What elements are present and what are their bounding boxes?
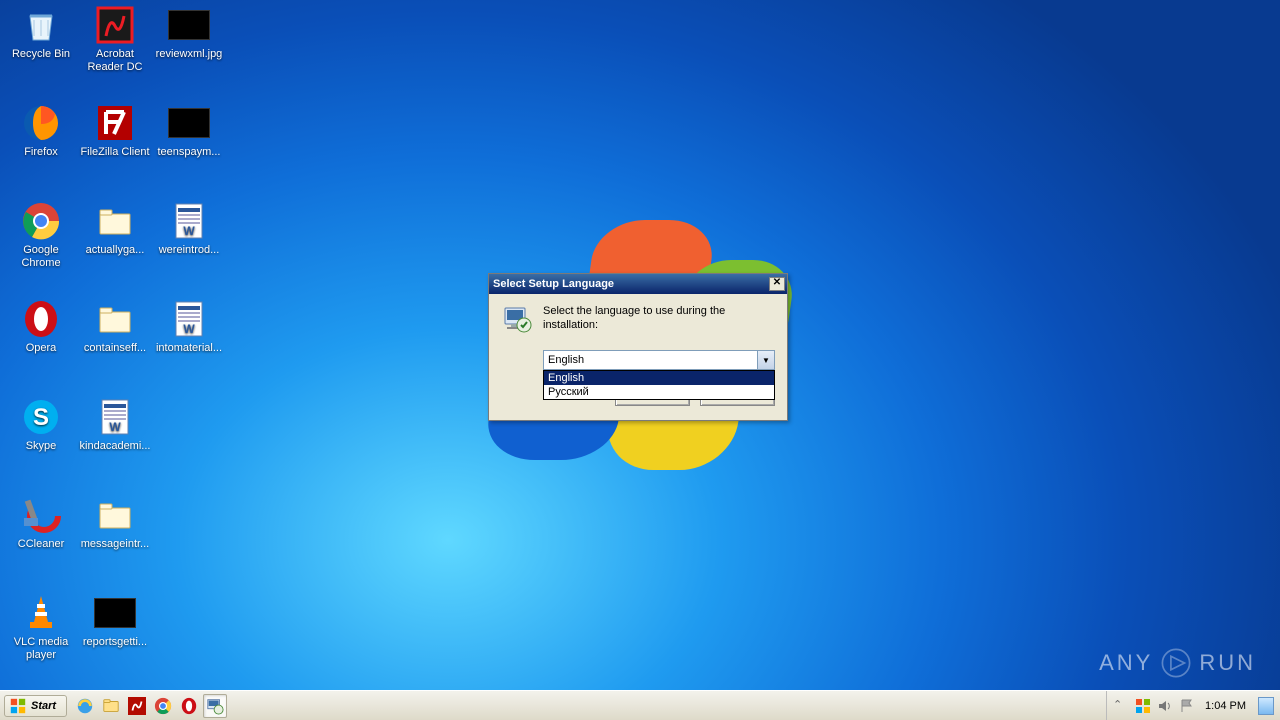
tray-volume-icon[interactable] (1157, 698, 1173, 714)
desktop-icon-word-11[interactable]: Wintomaterial... (152, 298, 226, 355)
desktop-icon-folder-10[interactable]: containseff... (78, 298, 152, 355)
svg-text:W: W (183, 224, 195, 238)
quicklaunch-explorer[interactable] (99, 694, 123, 718)
desktop-icon-label: FileZilla Client (78, 146, 152, 159)
desktop-icon-label: Recycle Bin (4, 48, 78, 61)
word-icon: W (168, 200, 210, 242)
tray-expand-icon[interactable]: ⌃ (1113, 698, 1129, 714)
dialog-close-button[interactable]: ✕ (769, 277, 785, 291)
desktop-icon-firefox-3[interactable]: Firefox (4, 102, 78, 159)
black-icon (168, 102, 210, 144)
desktop-icon-acrobat-1[interactable]: Acrobat Reader DC (78, 4, 152, 74)
quicklaunch-ie[interactable] (73, 694, 97, 718)
desktop-icon-vlc-16[interactable]: VLC media player (4, 592, 78, 662)
desktop-icon-black-5[interactable]: teenspaym... (152, 102, 226, 159)
quicklaunch-chrome[interactable] (151, 694, 175, 718)
skype-icon: S (20, 396, 62, 438)
taskbar: Start ⌃ 1:04 PM (0, 690, 1280, 720)
desktop-icon-label: VLC media player (4, 636, 78, 662)
recycle-icon (20, 4, 62, 46)
desktop-icon-label: kindacademi... (78, 440, 152, 453)
desktop-icon-label: actuallyga... (78, 244, 152, 257)
desktop-icon-word-8[interactable]: Wwereintrod... (152, 200, 226, 257)
tray-flag-icon[interactable] (1179, 698, 1195, 714)
language-option-english[interactable]: English (544, 371, 774, 385)
desktop-icon-word-13[interactable]: Wkindacademi... (78, 396, 152, 453)
opera-icon (20, 298, 62, 340)
desktop-icon-label: reportsgetti... (78, 636, 152, 649)
desktop-icon-label: Opera (4, 342, 78, 355)
firefox-icon (20, 102, 62, 144)
start-button[interactable]: Start (4, 695, 67, 717)
system-tray: ⌃ 1:04 PM (1106, 691, 1280, 720)
installer-icon (501, 304, 533, 336)
desktop-icon-black-2[interactable]: reviewxml.jpg (152, 4, 226, 61)
black-icon (168, 4, 210, 46)
chrome-icon (20, 200, 62, 242)
dialog-titlebar[interactable]: Select Setup Language ✕ (489, 274, 787, 294)
folder-icon (94, 494, 136, 536)
desktop-icon-recycle-0[interactable]: Recycle Bin (4, 4, 78, 61)
desktop-icon-ccleaner-14[interactable]: CCleaner (4, 494, 78, 551)
acrobat-icon (94, 4, 136, 46)
desktop-icon-label: Google Chrome (4, 244, 78, 270)
black-icon (94, 592, 136, 634)
chevron-down-icon: ▼ (757, 351, 774, 369)
quicklaunch-opera[interactable] (177, 694, 201, 718)
language-combobox[interactable]: English ▼ (543, 350, 775, 370)
desktop-icon-label: reviewxml.jpg (152, 48, 226, 61)
quick-launch (73, 694, 227, 718)
desktop-icon-label: Acrobat Reader DC (78, 48, 152, 74)
show-desktop-button[interactable] (1258, 697, 1274, 715)
desktop-icon-filezilla-4[interactable]: FileZilla Client (78, 102, 152, 159)
desktop-icon-folder-7[interactable]: actuallyga... (78, 200, 152, 257)
quicklaunch-acrobat[interactable] (125, 694, 149, 718)
language-selected: English (548, 354, 584, 366)
folder-icon (94, 298, 136, 340)
desktop-icon-label: intomaterial... (152, 342, 226, 355)
desktop-icon-label: Firefox (4, 146, 78, 159)
taskbar-clock[interactable]: 1:04 PM (1201, 700, 1250, 712)
quicklaunch-installer[interactable] (203, 694, 227, 718)
desktop-icon-folder-15[interactable]: messageintr... (78, 494, 152, 551)
desktop-icon-black-17[interactable]: reportsgetti... (78, 592, 152, 649)
desktop-icon-skype-12[interactable]: S Skype (4, 396, 78, 453)
language-dropdown: English Русский (543, 370, 775, 400)
desktop-icon-label: wereintrod... (152, 244, 226, 257)
anyrun-watermark: ANY RUN (1099, 646, 1256, 680)
filezilla-icon (94, 102, 136, 144)
desktop-icon-opera-9[interactable]: Opera (4, 298, 78, 355)
svg-text:S: S (33, 404, 49, 431)
desktop-icon-chrome-6[interactable]: Google Chrome (4, 200, 78, 270)
setup-language-dialog: Select Setup Language ✕ Select the langu… (488, 273, 788, 421)
dialog-message: Select the language to use during the in… (543, 304, 775, 336)
svg-text:W: W (183, 322, 195, 336)
desktop-icon-label: teenspaym... (152, 146, 226, 159)
word-icon: W (168, 298, 210, 340)
word-icon: W (94, 396, 136, 438)
tray-security-icon[interactable] (1135, 698, 1151, 714)
folder-icon (94, 200, 136, 242)
ccleaner-icon (20, 494, 62, 536)
desktop-icon-label: messageintr... (78, 538, 152, 551)
vlc-icon (20, 592, 62, 634)
svg-text:W: W (109, 420, 121, 434)
dialog-title: Select Setup Language (493, 278, 614, 290)
desktop-icon-label: CCleaner (4, 538, 78, 551)
desktop-icon-label: Skype (4, 440, 78, 453)
windows-flag-icon (9, 697, 27, 715)
desktop-icon-label: containseff... (78, 342, 152, 355)
start-label: Start (31, 700, 56, 712)
language-option-russian[interactable]: Русский (544, 385, 774, 399)
